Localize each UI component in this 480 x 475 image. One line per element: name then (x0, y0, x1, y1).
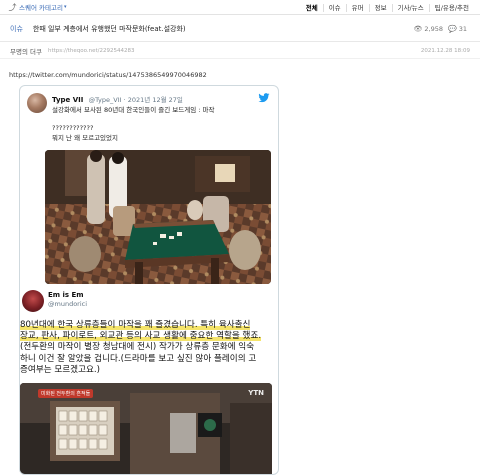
post-title-row: 이슈 한때 일부 계층에서 유행했던 마작문화(feat.설강화) 👁 2,95… (0, 16, 480, 42)
post-title: 한때 일부 계층에서 유행했던 마작문화(feat.설강화) (32, 24, 186, 33)
post-meta: 무명의 더쿠 https://theqoo.net/2292544283 202… (0, 43, 480, 59)
tab-issue[interactable]: 이슈 (322, 3, 346, 12)
tweet-line: 설강화에서 묘사된 80년대 한국인들이 즐긴 보드게임 : 마작 (52, 106, 215, 114)
top-navigation: ⤴ 스퀘어 카테고리 ▾ 전체 이슈 유머 정보 기사/뉴스 팁/유용/추천 (0, 0, 480, 15)
comment-icon[interactable]: 💬 (448, 25, 457, 33)
twitter-bird-icon[interactable] (258, 92, 270, 104)
highlighted-text: 장교, 판사, 파이로트, 외교관 등의 사교 생활에 중요한 역할을 했죠. (20, 331, 262, 342)
avatar[interactable] (22, 290, 44, 312)
tweet-line: 하니 이건 잘 알았을 겁니다.(드라마를 보고 싶진 않아 플레이의 고 (20, 353, 257, 364)
chevron-down-icon[interactable]: ▾ (64, 4, 67, 10)
tweet-image-news-capture[interactable]: 미화된 전두환의 흔적들 YTN (20, 383, 272, 474)
highlighted-text: 80년대에 한국 상류층들이 마작을 꽤 즐겼습니다. 특히 육사출신 (20, 320, 251, 330)
post-url[interactable]: https://theqoo.net/2292544283 (48, 48, 135, 54)
tweet-text: 80년대에 한국 상류층들이 마작을 꽤 즐겼습니다. 특히 육사출신 장교, … (20, 320, 275, 376)
news-caption-tag: 미화된 전두환의 흔적들 (38, 389, 94, 398)
avatar[interactable] (27, 93, 47, 113)
category-tabs: 전체 이슈 유머 정보 기사/뉴스 팁/유용/추천 (301, 0, 474, 15)
share-icon[interactable]: ⤴ (8, 3, 17, 12)
post-date: 2021.12.28 18:09 (420, 47, 470, 54)
comment-count[interactable]: 31 (459, 25, 467, 33)
scene-illustration (45, 150, 271, 284)
eye-icon: 👁 (413, 24, 423, 33)
tab-info[interactable]: 정보 (368, 3, 392, 12)
tab-humor[interactable]: 유머 (345, 3, 369, 12)
twitter-link[interactable]: https://twitter.com/mundorici/status/147… (9, 71, 207, 79)
tweet-line: 뭐지 난 왜 모르고있었지 (52, 134, 118, 142)
ytn-logo: YTN (248, 389, 264, 397)
tweet-header: Type VII @Type_VII · 2021년 12월 27일 (52, 94, 183, 104)
tweet-author-handle[interactable]: @Type_VII · 2021년 12월 27일 (89, 96, 183, 104)
author-name: 무명의 더쿠 (10, 47, 42, 56)
tweet-author-handle[interactable]: @mundorici (48, 300, 87, 308)
tab-news[interactable]: 기사/뉴스 (391, 3, 429, 12)
category-dropdown[interactable]: 스퀘어 카테고리 (19, 2, 63, 12)
tab-tips[interactable]: 팁/유용/추천 (428, 3, 474, 12)
tweet-text: 설강화에서 묘사된 80년대 한국인들이 즐긴 보드게임 : 마작 ??????… (52, 105, 214, 143)
tweet-line: (전두환의 마작이 별장 청남대에 전시) 작가가 상류층 문화에 익숙 (20, 342, 255, 353)
tab-all[interactable]: 전체 (301, 4, 323, 12)
tweet-line: ???????????? (52, 124, 94, 132)
tweet-line: 80년대에 한국 상류층들이 마작을 꽤 즐겼습니다. 특히 육사출신 (20, 320, 275, 331)
tweet-line: 증여부는 모르겠고요.) (20, 364, 100, 375)
tweet-author-name[interactable]: Type VII (52, 96, 83, 104)
tweet-line: 장교, 판사, 파이로트, 외교관 등의 사교 생활에 중요한 역할을 했죠. (20, 331, 275, 342)
tweet-author-name[interactable]: Em is Em (48, 291, 84, 299)
view-count: 2,958 (424, 24, 443, 33)
tweet-embed[interactable]: Type VII @Type_VII · 2021년 12월 27일 설강화에서… (19, 85, 279, 475)
post-stats: 👁 2,958 💬 31 (414, 25, 473, 33)
post-category[interactable]: 이슈 (10, 24, 23, 34)
tweet-image-mahjong-scene[interactable] (45, 150, 271, 284)
